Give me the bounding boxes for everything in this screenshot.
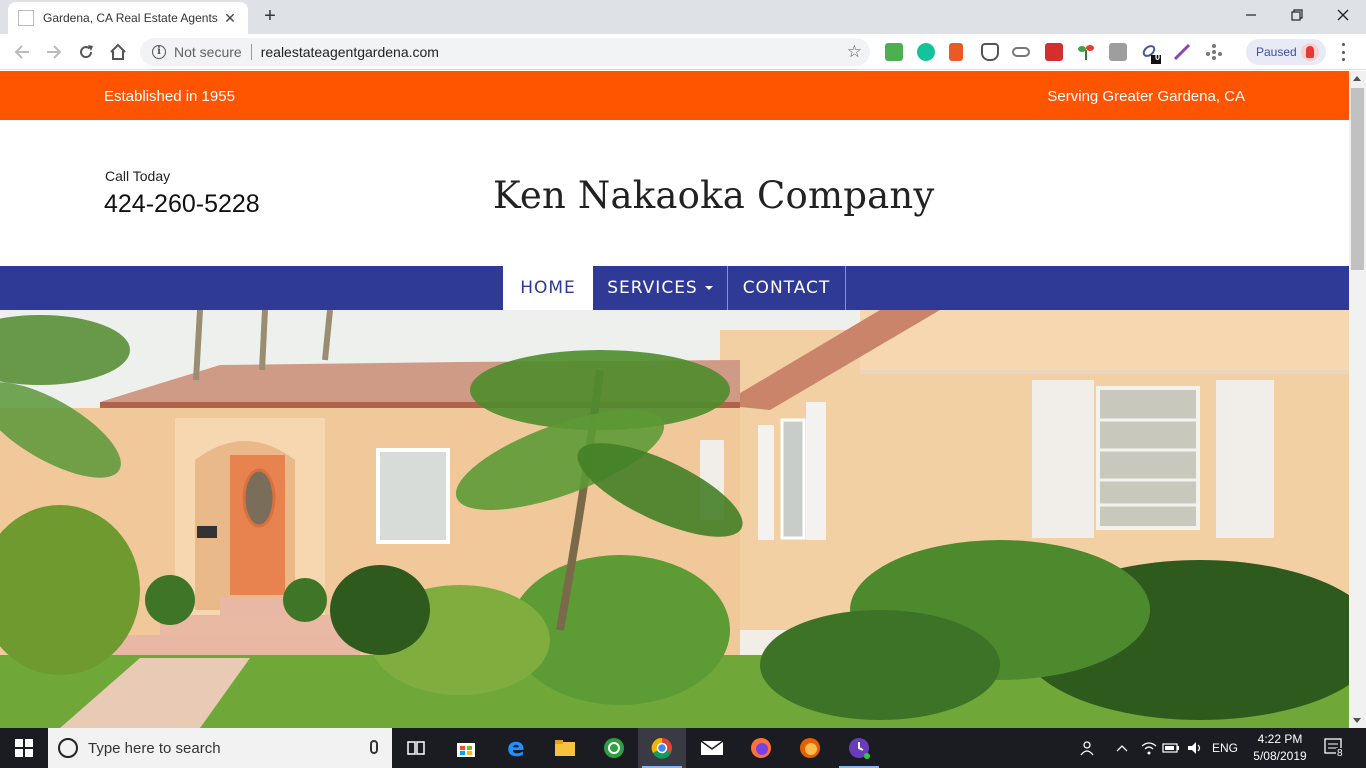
scroll-down-icon[interactable] <box>1353 718 1361 723</box>
new-tab-button[interactable]: + <box>260 6 280 26</box>
browser-menu-icon[interactable] <box>1338 43 1348 61</box>
clock-time: 4:22 PM <box>1257 732 1303 746</box>
browser-tab[interactable]: Gardena, CA Real Estate Agents | K ✕ <box>8 2 248 34</box>
address-bar[interactable]: i Not secure realestateagentgardena.com … <box>140 38 870 66</box>
plant-extension-icon[interactable] <box>1077 43 1095 61</box>
url-text[interactable]: realestateagentgardena.com <box>261 44 439 60</box>
tab-title: Gardena, CA Real Estate Agents | K <box>43 11 221 25</box>
chrome-icon[interactable] <box>638 728 686 768</box>
restore-button[interactable] <box>1274 0 1320 30</box>
arrow-right-icon <box>47 45 62 59</box>
nav-item-services[interactable]: SERVICES <box>593 266 727 310</box>
nav-label-contact: CONTACT <box>742 278 831 298</box>
browser-tab-strip: Gardena, CA Real Estate Agents | K ✕ + <box>0 0 1366 34</box>
arrow-left-icon <box>14 45 29 59</box>
top-info-bar: Established in 1955 Serving Greater Gard… <box>0 71 1349 120</box>
linkclump-extension-icon[interactable]: 0 <box>1141 43 1161 64</box>
feather-extension-icon[interactable] <box>1173 43 1191 61</box>
nav-divider <box>845 266 846 310</box>
bookmark-star-icon[interactable]: ☆ <box>847 43 862 60</box>
microphone-icon[interactable] <box>370 740 378 754</box>
omnibox-divider <box>250 44 252 60</box>
reload-icon <box>80 45 93 59</box>
windows-logo-icon <box>15 739 33 757</box>
pocket-extension-icon[interactable] <box>981 43 999 61</box>
search-placeholder: Type here to search <box>88 739 221 757</box>
page-scrollbar[interactable] <box>1349 71 1366 728</box>
link-extension-icon[interactable] <box>1012 47 1030 57</box>
yelp-icon <box>1206 44 1222 60</box>
site-header: Call Today 424-260-5228 Ken Nakaoka Comp… <box>0 120 1349 266</box>
lastpass-extension-icon[interactable] <box>1045 43 1063 61</box>
network-icon[interactable] <box>1138 728 1160 768</box>
back-button[interactable] <box>11 41 33 63</box>
sprout-icon <box>1078 45 1094 60</box>
store-icon[interactable] <box>442 728 490 768</box>
service-area-text: Serving Greater Gardena, CA <box>1047 88 1245 105</box>
forward-button[interactable] <box>43 41 65 63</box>
greenshot-icon[interactable] <box>590 728 638 768</box>
profile-paused-button[interactable]: Paused <box>1246 39 1326 65</box>
minimize-button[interactable] <box>1228 0 1274 30</box>
taskbar-search-box[interactable]: Type here to search <box>48 728 392 768</box>
nav-item-contact[interactable]: CONTACT <box>728 266 845 310</box>
firefox-icon[interactable] <box>737 728 785 768</box>
windows-taskbar: Type here to search e ENG 4:22 PM 5/08/2… <box>0 728 1366 768</box>
firefox-icon[interactable] <box>786 728 834 768</box>
page-favicon-icon <box>18 10 34 26</box>
cortana-icon <box>58 738 78 758</box>
nav-label-services: SERVICES <box>607 278 698 298</box>
task-view-icon[interactable] <box>392 728 440 768</box>
call-today-label: Call Today <box>105 168 171 184</box>
site-logo-title[interactable]: Ken Nakaoka Company <box>493 174 935 217</box>
clock-app-icon[interactable] <box>835 728 883 768</box>
notification-count: 8 <box>1336 748 1344 759</box>
close-window-button[interactable] <box>1320 0 1366 30</box>
maps-extension-icon[interactable] <box>885 43 903 61</box>
scroll-up-icon[interactable] <box>1353 76 1361 81</box>
home-icon <box>110 43 126 60</box>
profile-status: Paused <box>1256 45 1297 59</box>
website: Established in 1955 Serving Greater Gard… <box>0 71 1349 728</box>
home-button[interactable] <box>107 41 129 63</box>
extension-badge: 0 <box>1155 52 1161 62</box>
avatar <box>1301 43 1319 61</box>
edge-icon[interactable]: e <box>492 728 540 768</box>
hero-house-image <box>0 310 1349 728</box>
file-explorer-icon[interactable] <box>541 728 589 768</box>
house-photo <box>0 310 1349 728</box>
office-extension-icon[interactable] <box>949 43 963 61</box>
established-text: Established in 1955 <box>104 88 235 105</box>
restore-icon <box>1291 9 1303 21</box>
security-label: Not secure <box>174 44 242 60</box>
nav-label-home: HOME <box>520 278 576 298</box>
browser-toolbar: i Not secure realestateagentgardena.com … <box>0 34 1366 70</box>
reload-button[interactable] <box>75 41 97 63</box>
tab-close-icon[interactable]: ✕ <box>222 10 238 27</box>
phone-number-link[interactable]: 424-260-5228 <box>104 190 260 219</box>
battery-icon[interactable] <box>1160 728 1182 768</box>
start-button[interactable] <box>0 728 48 768</box>
action-center-icon[interactable]: 8 <box>1322 736 1346 760</box>
main-navigation: HOME SERVICES CONTACT <box>0 266 1349 310</box>
caret-down-icon <box>704 286 713 290</box>
nav-item-home[interactable]: HOME <box>503 266 593 310</box>
scrollbar-thumb[interactable] <box>1351 88 1364 270</box>
code-extension-icon[interactable] <box>1109 43 1127 61</box>
info-icon[interactable]: i <box>152 45 166 59</box>
volume-icon[interactable] <box>1184 728 1206 768</box>
language-indicator[interactable]: ENG <box>1208 728 1242 768</box>
grammarly-extension-icon[interactable] <box>917 43 935 61</box>
chevron-up-icon[interactable] <box>1110 728 1134 768</box>
clock-date: 5/08/2019 <box>1253 749 1307 763</box>
feather-icon <box>1173 43 1191 61</box>
minimize-icon <box>1246 14 1256 16</box>
yelp-extension-icon[interactable] <box>1205 43 1223 61</box>
close-icon <box>1337 9 1349 21</box>
system-clock[interactable]: 4:22 PM 5/08/2019 <box>1250 731 1310 765</box>
people-icon[interactable] <box>1074 728 1100 768</box>
mail-icon[interactable] <box>688 728 736 768</box>
